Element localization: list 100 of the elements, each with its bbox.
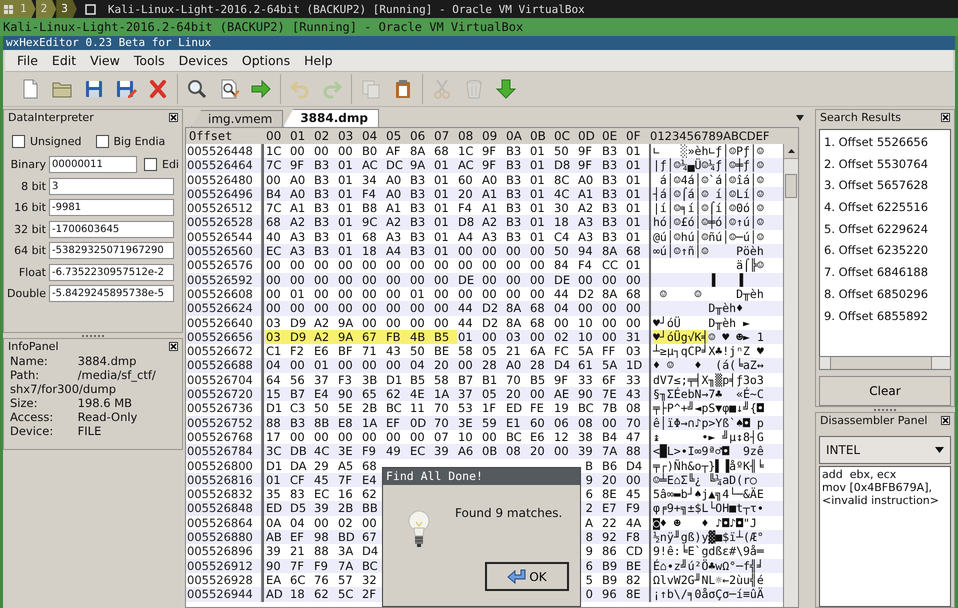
result-item[interactable]: 9. Offset 6855892 [820,306,950,328]
file-tab[interactable]: img.vmem [191,110,284,127]
column-header: 0C [553,129,572,143]
hex-byte: A1 [481,186,498,202]
hex-byte: 68 [361,230,378,244]
offset-cell: 005526848 [186,501,262,516]
menu-item[interactable]: Edit [46,51,82,70]
hex-byte: 00 [289,430,306,444]
hex-byte: 4A [625,516,642,530]
hex-byte: 00 [625,316,642,330]
hex-byte: 67 [361,530,378,544]
grid-icon[interactable] [4,4,13,14]
copy-icon [360,78,382,100]
hex-byte: A0 [505,358,522,373]
value-field[interactable]: 3 [49,178,174,195]
result-item[interactable]: 6. Offset 6235220 [820,240,950,262]
menu-item[interactable]: Help [298,51,339,70]
menu-item[interactable]: View [84,51,126,70]
disassembly-line: mov [0x4BFB679A], [822,481,933,494]
hex-byte: B [584,458,594,473]
value-field[interactable]: -9981 [49,199,174,216]
value-field[interactable]: -1700603645 [49,220,174,238]
ok-button[interactable]: OK [485,562,569,591]
file-tab[interactable]: 3884.dmp [283,109,379,127]
hex-byte: 5 [584,572,594,588]
hex-byte: 20 [529,444,546,459]
scroll-up-arrow-icon[interactable] [788,149,794,153]
search-icon [186,78,208,100]
value-field[interactable]: -53829325071967290 [49,242,174,260]
scroll-thumb[interactable] [830,357,932,370]
hex-byte: B3 [313,172,330,187]
hex-byte: A6 [457,444,474,459]
value-field[interactable]: -5.8429245895738e-5 [49,285,174,302]
ascii-text: ▐ ▐ [707,272,744,287]
workspace-tab[interactable]: 3 [56,0,77,18]
close-icon[interactable] [941,416,950,425]
window-icon[interactable] [84,4,96,14]
field-label: 8 bit [20,180,46,193]
close-icon[interactable] [941,112,950,122]
ascii-text: ◙♦ ☻ ♦ ♪◘♪◘"J [653,516,757,530]
offset-cell: 005526720 [186,387,262,402]
hex-byte: 5E [337,401,354,416]
result-item[interactable]: 2. Offset 5530764 [820,154,950,176]
hex-byte: 01 [433,244,450,258]
result-item[interactable]: 1. Offset 5526656 [820,132,950,154]
dropdown-arrow-icon[interactable] [796,115,804,121]
hex-byte: 0A [265,516,282,530]
close-icon[interactable] [169,342,178,351]
result-item[interactable]: 5. Offset 6229624 [820,218,950,240]
hex-byte: 68 [433,144,450,158]
result-item[interactable]: 3. Offset 5657628 [820,175,950,197]
menu-item[interactable]: Tools [128,51,171,70]
hex-byte: 5A [577,344,594,358]
hex-byte: FC [553,344,570,358]
hex-byte: EC [265,244,282,258]
hex-byte: D5 [289,501,308,516]
checkbox[interactable] [12,135,25,148]
hex-byte: 01 [529,230,546,244]
checkbox[interactable] [96,135,109,148]
hex-byte: FF [601,344,616,358]
hex-byte: 00 [337,358,354,373]
hex-byte: F9 [313,558,329,573]
menu-item[interactable]: Options [236,51,296,70]
architecture-dropdown[interactable]: INTEL [819,436,951,464]
hex-byte: A [584,516,594,530]
result-item[interactable]: 4. Offset 6225516 [820,197,950,219]
hex-byte: 65 [361,387,378,402]
hex-byte: 00 [409,258,426,273]
offset-cell: 005526624 [186,301,262,316]
result-item[interactable]: 7. Offset 6846188 [820,262,950,284]
scroll-thumb[interactable] [785,174,797,198]
hex-byte: 96 [601,587,618,602]
checkbox[interactable] [144,158,157,172]
value-field[interactable]: 00000011 [49,156,137,174]
hex-byte: 7F [289,558,305,573]
menu-item[interactable]: File [11,51,44,70]
vertical-scrollbar[interactable] [783,144,798,607]
ascii-text: á│☺4á│☺`á│☺îá│☺ [658,172,764,187]
horizontal-scrollbar[interactable] [819,356,951,370]
checkbox-label: Unsigned [30,135,82,148]
menu-item[interactable]: Devices [172,51,234,70]
hex-byte: 00 [529,258,546,273]
hex-byte: 01 [529,144,546,158]
hex-byte: 01 [433,215,450,230]
hex-byte: 3C [265,444,282,459]
result-item[interactable]: 8. Offset 6850296 [820,284,950,306]
ascii-text: ☺╧E⌂Σ╚¿ ╚¼aD(r○ [653,472,757,487]
value-field[interactable]: -6.7352230957512e-2 [49,264,174,281]
hex-byte: 00 [481,244,498,258]
close-icon[interactable] [169,113,178,122]
hex-byte: 00 [601,316,618,330]
hex-byte: 1F [481,401,497,416]
dialog-message: Found 9 matches. [455,506,562,520]
hex-byte: CC [601,258,620,273]
hex-byte: 00 [457,258,474,273]
hex-byte: 01 [433,172,450,187]
hex-byte: 01 [337,186,354,202]
hex-byte: 08 [577,416,594,430]
panel-title: InfoPanel [8,340,58,353]
clear-button[interactable]: Clear [819,376,951,406]
